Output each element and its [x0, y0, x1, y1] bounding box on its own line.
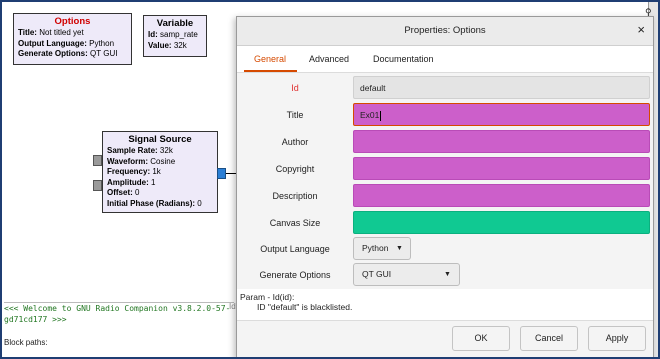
variable-block-title: Variable: [156, 18, 194, 29]
output-language-select[interactable]: Python ▼: [353, 237, 411, 260]
signal-source-output-port[interactable]: [217, 168, 226, 179]
options-block-title: Options: [54, 16, 91, 27]
tab-advanced[interactable]: Advanced: [309, 54, 349, 64]
param-label-author: Author: [281, 137, 309, 147]
param-label-canvas-size: Canvas Size: [269, 218, 321, 228]
properties-dialog: Properties: Options × General Advanced D…: [236, 16, 654, 357]
signal-source-row: Amplitude: 1: [107, 177, 156, 187]
apply-button[interactable]: Apply: [588, 326, 646, 351]
tab-bar: General Advanced Documentation: [237, 45, 653, 71]
block-paths-label: Block paths:: [4, 338, 48, 347]
output-language-value: Python: [362, 243, 389, 253]
options-block-row: Title: Not titled yet: [18, 28, 84, 37]
signal-source-block[interactable]: Signal Source Sample Rate: 32k Waveform:…: [102, 131, 218, 213]
generate-options-select[interactable]: QT GUI ▼: [353, 263, 460, 286]
tab-general[interactable]: General: [254, 54, 286, 64]
cancel-button[interactable]: Cancel: [520, 326, 578, 351]
options-block-row: Output Language: Python: [18, 38, 115, 48]
signal-source-block-title: Signal Source: [128, 134, 192, 145]
dialog-button-bar: OK Cancel Apply: [237, 320, 653, 357]
variable-block-row: Id: samp_rate: [148, 30, 198, 39]
copyright-field[interactable]: [353, 157, 650, 180]
dialog-titlebar[interactable]: Properties: Options ×: [237, 17, 653, 46]
param-label-id: Id: [291, 83, 299, 93]
signal-source-row: Sample Rate: 32k: [107, 146, 173, 155]
param-label-copyright: Copyright: [275, 164, 315, 174]
signal-source-row: Waveform: Cosine: [107, 156, 176, 166]
generate-options-value: QT GUI: [362, 269, 392, 279]
side-panel-label: Id: [229, 302, 236, 311]
param-label-description: Description: [272, 191, 318, 201]
message-title: Param - Id(id):: [240, 292, 295, 302]
signal-source-input-port[interactable]: [93, 155, 102, 166]
console-line: <<< Welcome to GNU Radio Companion v3.8.…: [4, 304, 231, 313]
author-field[interactable]: [353, 130, 650, 153]
options-block[interactable]: Options Title: Not titled yet Output Lan…: [13, 13, 132, 65]
dialog-title: Properties: Options: [404, 25, 486, 36]
params-panel: Id default Title Ex01 Author Copyright D…: [237, 73, 653, 289]
console-panel: <<< Welcome to GNU Radio Companion v3.8.…: [4, 302, 234, 357]
options-block-row: Generate Options: QT GUI: [18, 49, 118, 58]
tab-documentation[interactable]: Documentation: [373, 54, 434, 64]
id-field[interactable]: default: [353, 76, 650, 99]
message-text: ID "default" is blacklisted.: [257, 302, 353, 312]
description-field[interactable]: [353, 184, 650, 207]
canvas-size-field[interactable]: [353, 211, 650, 234]
variable-block[interactable]: Variable Id: samp_rate Value: 32k: [143, 15, 207, 57]
chevron-down-icon: ▼: [396, 245, 403, 252]
validation-message: Param - Id(id): ID "default" is blacklis…: [237, 290, 653, 320]
signal-source-row: Initial Phase (Radians): 0: [107, 198, 202, 208]
console-line: gd71cd177 >>>: [4, 315, 67, 324]
param-label-output-language: Output Language: [260, 244, 330, 254]
param-label-generate-options: Generate Options: [259, 270, 331, 280]
close-icon[interactable]: ×: [637, 22, 645, 37]
connection-wire: [226, 173, 236, 174]
ok-button[interactable]: OK: [452, 326, 510, 351]
title-field[interactable]: Ex01: [353, 103, 650, 126]
text-caret: [380, 110, 382, 121]
signal-source-row: Frequency: 1k: [107, 167, 161, 176]
app-window: Options Title: Not titled yet Output Lan…: [0, 0, 660, 359]
signal-source-input-port[interactable]: [93, 180, 102, 191]
title-field-value: Ex01: [360, 110, 380, 120]
chevron-down-icon: ▼: [444, 271, 451, 278]
signal-source-row: Offset: 0: [107, 188, 140, 197]
param-label-title: Title: [286, 110, 304, 120]
variable-block-row: Value: 32k: [148, 40, 187, 50]
